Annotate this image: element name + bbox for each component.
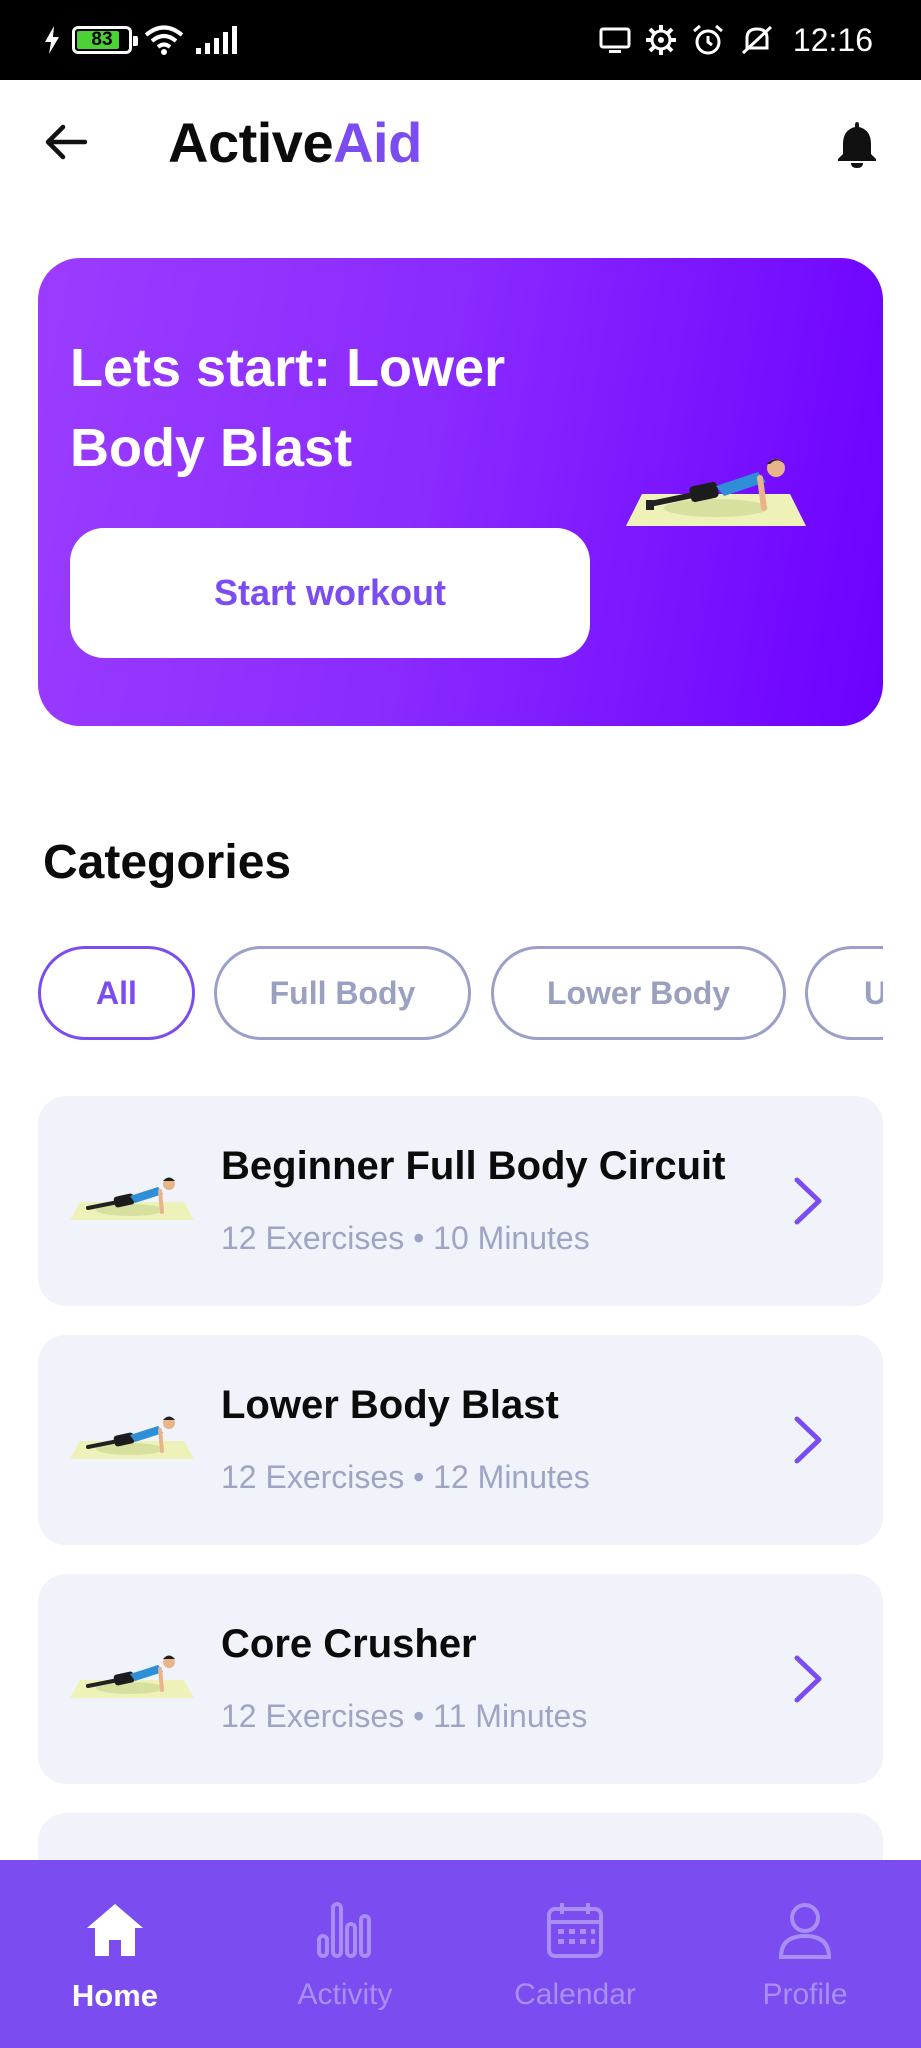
nav-activity-label: Activity (297, 1978, 393, 2011)
workout-thumbnail (70, 1655, 194, 1698)
cast-icon (599, 27, 631, 53)
chevron-right-icon (794, 1416, 822, 1464)
workout-meta: 12 Exercises • 10 Minutes (221, 1220, 590, 1256)
mute-icon (741, 25, 772, 55)
clock: 12:16 (792, 21, 873, 58)
arrow-left-icon (45, 124, 87, 160)
home-icon (87, 1904, 143, 1956)
notifications-button[interactable] (829, 116, 885, 172)
bar-chart-icon (317, 1902, 371, 1958)
workout-meta: 12 Exercises • 12 Minutes (221, 1459, 590, 1495)
chevron-right-icon (794, 1177, 822, 1225)
wifi-icon (144, 25, 184, 55)
start-workout-button[interactable]: Start workout (70, 528, 590, 658)
nav-home[interactable]: Home (0, 1860, 230, 2048)
workout-card[interactable]: Beginner Full Body Circuit 12 Exercises … (38, 1096, 883, 1306)
hero-card: Lets start: Lower Body Blast Start worko… (38, 258, 883, 726)
alarm-icon (692, 24, 723, 55)
workout-thumbnail (70, 1416, 194, 1459)
workout-card[interactable]: Lower Body Blast 12 Exercises • 12 Minut… (38, 1335, 883, 1545)
workout-title: Lower Body Blast (221, 1383, 559, 1427)
chip-lower-body[interactable]: Lower Body (491, 946, 786, 1040)
settings-icon (645, 25, 676, 55)
chip-upper-body[interactable]: U (805, 946, 883, 1040)
battery-icon: 83 (72, 26, 138, 54)
nav-calendar-label: Calendar (514, 1978, 636, 2011)
hero-title: Lets start: Lower Body Blast (70, 338, 506, 478)
workout-title: Beginner Full Body Circuit (221, 1144, 726, 1188)
status-right: 12:16 (599, 0, 873, 80)
battery-level: 83 (91, 29, 113, 50)
nav-activity[interactable]: Activity (230, 1860, 460, 2048)
brand-aid: Aid (333, 111, 422, 174)
back-button[interactable] (40, 116, 92, 168)
app-logo: ActiveAid (168, 110, 422, 175)
categories-title: Categories (43, 836, 292, 889)
bell-icon (838, 122, 876, 168)
category-chips: All Full Body Lower Body U (38, 946, 883, 1040)
status-bar: 83 12:16 (0, 0, 921, 80)
nav-profile[interactable]: Profile (690, 1860, 920, 2048)
status-left: 83 (44, 0, 238, 80)
workout-meta: 12 Exercises • 11 Minutes (221, 1698, 588, 1734)
signal-icon (196, 26, 237, 54)
nav-home-label: Home (71, 1978, 159, 2013)
chip-all[interactable]: All (38, 946, 195, 1040)
charging-icon (45, 26, 59, 54)
app-header: ActiveAid (0, 80, 921, 210)
calendar-icon (547, 1903, 603, 1958)
brand-active: Active (168, 111, 334, 174)
chevron-right-icon (794, 1655, 822, 1703)
workout-thumbnail (70, 1177, 194, 1220)
profile-icon (778, 1903, 832, 1959)
workout-title: Core Crusher (221, 1622, 477, 1666)
workout-card[interactable]: Core Crusher 12 Exercises • 11 Minutes (38, 1574, 883, 1784)
nav-profile-label: Profile (762, 1978, 848, 2011)
nav-calendar[interactable]: Calendar (460, 1860, 690, 2048)
bottom-navigation: Home Activity Calendar Profile (0, 1860, 921, 2048)
chip-full-body[interactable]: Full Body (214, 946, 471, 1040)
pushup-illustration (626, 459, 806, 526)
